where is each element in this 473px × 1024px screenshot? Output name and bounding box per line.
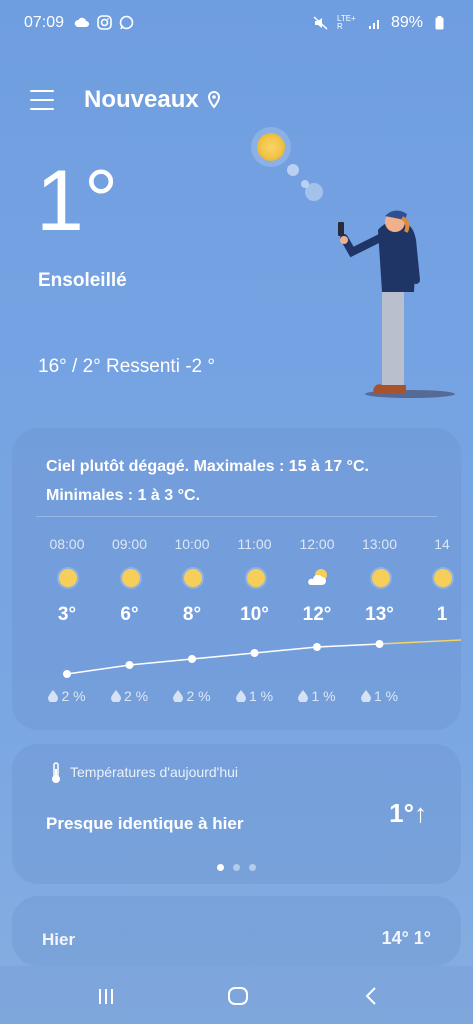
header: Nouveaux — [30, 86, 221, 114]
system-nav-bar — [0, 966, 473, 1024]
min-max-feels-like: 16° / 2° Ressenti -2 ° — [38, 356, 215, 377]
notification-icons — [74, 14, 134, 30]
rain-percent: 2 % — [186, 688, 211, 704]
menu-button[interactable] — [30, 90, 54, 110]
hour-rain-chance: 1 % — [224, 688, 286, 704]
hour-temperature: 8° — [182, 604, 202, 625]
hour-time: 09:00 — [111, 536, 148, 552]
yesterday-label: Hier — [42, 930, 76, 949]
thermometer-icon — [52, 762, 60, 783]
hour-temperature: 6° — [120, 604, 139, 625]
home-icon[interactable] — [226, 984, 250, 1008]
today-card-text: Presque identique à hier — [46, 814, 244, 833]
sun-icon — [182, 567, 204, 589]
back-icon[interactable] — [360, 984, 384, 1008]
raindrop-icon — [173, 690, 184, 703]
yesterday-card[interactable]: Hier 14° 1° — [12, 896, 461, 966]
hour-temperature: 13° — [365, 604, 394, 625]
location-name[interactable]: Nouveaux — [84, 86, 199, 114]
hour-time: 10:00 — [174, 536, 210, 552]
hour-rain-chance: 1 % — [286, 688, 348, 704]
rain-percent: 2 % — [123, 688, 149, 704]
system-icons: LTE+ R 89% — [313, 14, 447, 32]
raindrop-icon — [298, 690, 309, 703]
hour-item: 12:00 12° 1 % — [286, 536, 348, 716]
divider — [36, 516, 437, 517]
hour-time: 14 — [434, 536, 450, 552]
status-bar: 07:09 LTE+ R 89% — [0, 0, 473, 48]
sun-icon — [119, 567, 142, 589]
current-temperature: 1° — [36, 153, 119, 249]
recent-apps-icon[interactable] — [94, 984, 118, 1008]
current-condition: Ensoleillé — [38, 270, 127, 291]
hour-rain-chance: 2 % — [36, 688, 98, 704]
sun-icon — [244, 567, 267, 589]
hour-time: 08:00 — [49, 536, 85, 552]
hourly-forecast-list[interactable]: 08:00 3° 2 % 09:00 6° 2 % 10:00 8° 2 % 11:00 10° 1 … — [12, 536, 461, 726]
hour-item: 11:00 10° 1 % — [224, 536, 286, 716]
page-dot[interactable] — [233, 864, 240, 871]
sun-icon — [432, 567, 454, 589]
hour-time: 11:00 — [237, 536, 272, 552]
battery-icon — [431, 15, 447, 31]
forecast-summary: Ciel plutôt dégagé. Maximales : 15 à 17 … — [46, 458, 369, 504]
location-pin-icon — [207, 91, 220, 109]
sun-icon — [369, 567, 392, 589]
network-label: LTE+ R — [336, 14, 356, 31]
hour-rain-chance: 2 % — [161, 688, 223, 704]
rain-percent: 2 % — [61, 688, 86, 704]
battery-percent: 89% — [390, 14, 423, 31]
today-temperatures-card[interactable]: Températures d'aujourd'hui Presque ident… — [12, 744, 461, 884]
rain-percent: 1 % — [311, 688, 336, 704]
hour-time: 13:00 — [361, 536, 398, 552]
weather-illustration — [251, 127, 455, 398]
yesterday-values: 14° 1° — [381, 928, 431, 948]
page-indicator — [12, 864, 461, 871]
today-card-title: Températures d'aujourd'hui — [70, 764, 238, 780]
hour-temperature: 3° — [57, 604, 77, 625]
sun-icon — [57, 567, 79, 589]
raindrop-icon — [48, 690, 59, 703]
hour-item: 10:00 8° 2 % — [161, 536, 223, 716]
signal-icon — [367, 15, 383, 31]
raindrop-icon — [235, 690, 246, 703]
instagram-icon — [96, 14, 112, 30]
hour-time: 12:00 — [299, 536, 335, 552]
hour-rain-chance: 1 % — [349, 688, 411, 704]
page-dot[interactable] — [249, 864, 256, 871]
rain-percent: 1 % — [248, 688, 274, 704]
mute-icon — [313, 15, 329, 31]
today-card-value: 1°↑ — [389, 798, 427, 828]
hour-item: 13:00 13° 1 % — [349, 536, 411, 716]
status-time: 07:09 — [24, 14, 65, 31]
raindrop-icon — [110, 690, 121, 703]
hour-temperature: 10° — [240, 604, 269, 625]
hourly-forecast-card: Ciel plutôt dégagé. Maximales : 15 à 17 … — [12, 428, 461, 730]
whatsapp-icon — [118, 14, 134, 30]
partly-cloudy-icon — [308, 569, 327, 585]
cloud-icon — [74, 14, 90, 30]
hour-item: 14 1 — [411, 536, 461, 716]
hour-item: 08:00 3° 2 % — [36, 536, 98, 716]
rain-percent: 1 % — [373, 688, 399, 704]
page-dot[interactable] — [217, 864, 224, 871]
hour-rain-chance: 2 % — [99, 688, 161, 704]
raindrop-icon — [360, 690, 371, 703]
hour-temperature: 1 — [436, 604, 448, 625]
hour-temperature: 12° — [302, 604, 332, 625]
hour-item: 09:00 6° 2 % — [99, 536, 161, 716]
